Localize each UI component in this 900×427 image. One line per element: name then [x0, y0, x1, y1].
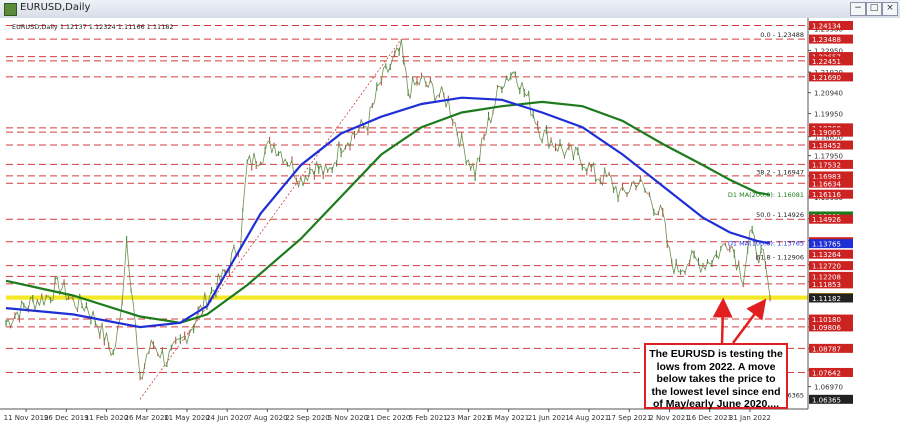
price-tag-label: 1.06365	[812, 396, 841, 404]
price-tag-label: 1.24134	[812, 22, 841, 30]
fib-label: 38.2 - 1.16947	[756, 169, 804, 177]
x-tick-label: 17 Sep 2021	[607, 414, 651, 422]
x-tick-label: 7 Aug 2020	[247, 414, 287, 422]
x-tick-label: 2 Nov 2021	[649, 414, 689, 422]
window-title: EURUSD,Daily	[20, 2, 91, 13]
price-label-layer: 1.241341.234881.226571.224511.216901.192…	[809, 20, 853, 404]
maximize-button[interactable]: □	[866, 2, 882, 16]
x-tick-label: 4 Aug 2021	[569, 414, 609, 422]
x-tick-label: 31 Jan 2022	[729, 414, 771, 422]
price-tag-label: 1.08787	[812, 345, 841, 353]
x-tick-label: 11 Feb 2020	[85, 414, 129, 422]
price-tag-label: 1.13765	[812, 241, 841, 249]
x-tick-label: 11 Nov 2019	[4, 414, 49, 422]
price-tag-label: 1.18452	[812, 142, 841, 150]
price-tag-label: 1.16116	[812, 191, 841, 199]
ma-label: D1 MA(100,0): 1.13765	[728, 240, 804, 248]
x-tick-label: 21 Jun 2021	[528, 414, 570, 422]
price-tag-label: 1.22451	[812, 58, 841, 66]
y-tick-label: 1.19950	[814, 111, 843, 119]
price-tag-label: 1.13264	[812, 251, 841, 259]
x-tick-label: 26 Mar 2020	[125, 414, 169, 422]
price-tag-label: 1.16634	[812, 180, 841, 188]
x-tick-label: 26 Dec 2019	[44, 414, 89, 422]
y-tick-label: 1.06970	[814, 384, 843, 392]
close-button[interactable]: ×	[882, 2, 898, 16]
support-zone	[6, 295, 808, 300]
price-tag-label: 1.23488	[812, 36, 841, 44]
chart-window: EURUSD,Daily − □ × 1.239801.229501.21920…	[0, 0, 900, 427]
price-tag-label: 1.17532	[812, 161, 841, 169]
info-line: EURUSD,Daily 1.12137 1.12324 1.11166 1.1…	[12, 23, 174, 31]
price-tag-label: 1.21690	[812, 74, 841, 82]
y-tick-label: 1.17950	[814, 153, 843, 161]
x-tick-label: 21 Dec 2020	[366, 414, 411, 422]
minimize-button[interactable]: −	[850, 2, 866, 16]
fib-label: 50.0 - 1.14926	[756, 211, 804, 219]
x-tick-label: 23 Mar 2021	[446, 414, 490, 422]
callout-arrow	[712, 297, 733, 346]
annotation-callout: The EURUSD is testing the lows from 2022…	[644, 343, 788, 410]
price-tag-label: 1.12720	[812, 263, 841, 271]
support-zone-layer	[6, 295, 808, 300]
x-tick-label: 24 Jun 2020	[206, 414, 248, 422]
price-tag-label: 1.09806	[812, 324, 841, 332]
y-tick-label: 1.20940	[814, 90, 843, 98]
price-tag-label: 1.11182	[812, 295, 841, 303]
title-bar[interactable]: EURUSD,Daily − □ ×	[0, 0, 900, 19]
x-tick-label: 5 Feb 2021	[409, 414, 448, 422]
price-tag-label: 1.07642	[812, 369, 841, 377]
price-tag-label: 1.19065	[812, 129, 841, 137]
x-tick-label: 22 Sep 2020	[285, 414, 329, 422]
x-tick-label: 16 Dec 2021	[687, 414, 732, 422]
x-tick-label: 5 Nov 2020	[328, 414, 368, 422]
x-tick-label: 6 May 2021	[488, 414, 529, 422]
fib-label: 0.0 - 1.23488	[760, 31, 804, 39]
x-tick-label: 11 May 2020	[164, 414, 210, 422]
price-tag-label: 1.14926	[812, 216, 841, 224]
fib-label: 61.8 - 1.12906	[756, 254, 804, 262]
ma-label: D1 MA(200,0): 1.16081	[728, 191, 804, 199]
chart-icon	[4, 3, 17, 16]
price-tag-label: 1.11853	[812, 281, 841, 289]
